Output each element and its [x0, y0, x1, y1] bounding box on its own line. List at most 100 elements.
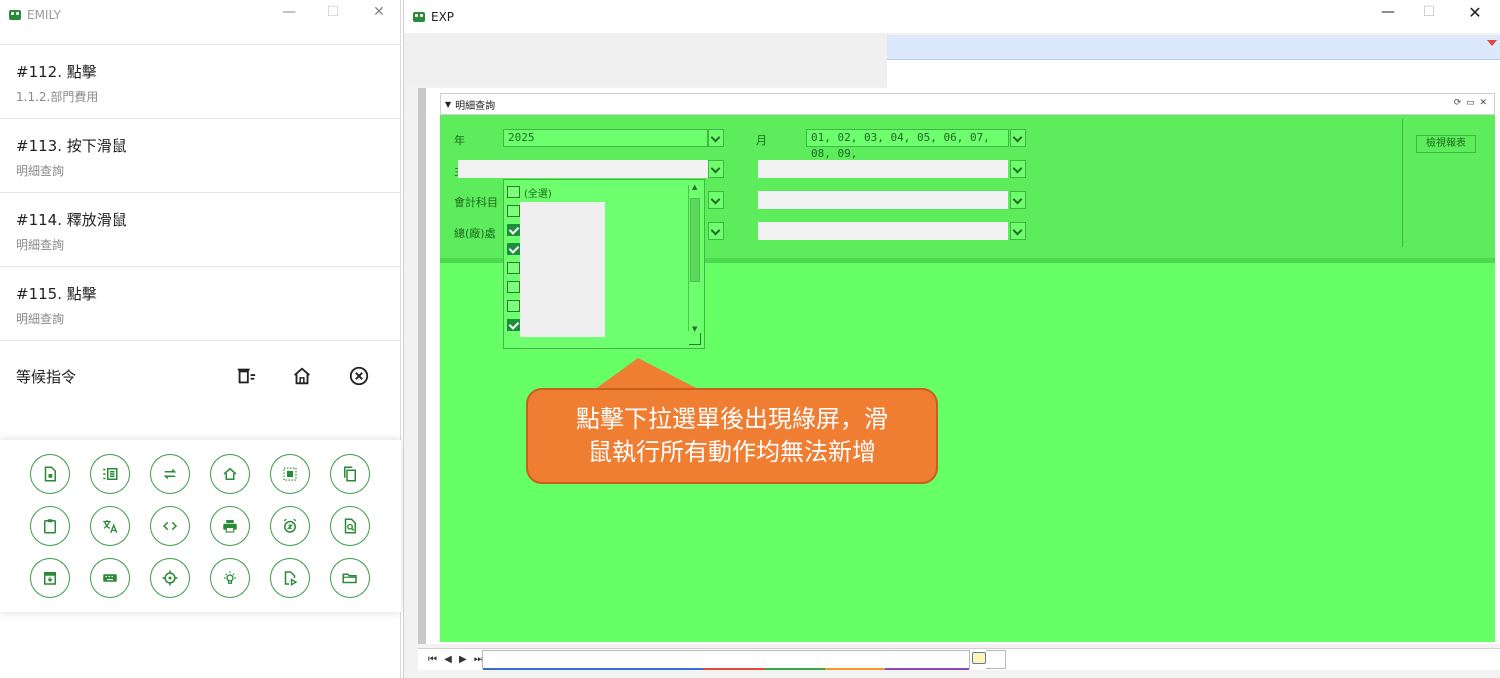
wait-row: 等候指令	[0, 340, 401, 410]
year-select[interactable]: 2025	[503, 129, 708, 147]
home-icon[interactable]	[291, 365, 313, 387]
sheet-tabs[interactable]	[482, 650, 970, 669]
checkbox-option[interactable]	[507, 281, 520, 293]
step-title: #113. 按下滑鼠	[16, 137, 127, 155]
print-icon[interactable]	[210, 506, 250, 546]
emily-title: EMILY	[27, 8, 61, 22]
account-dropdown-button[interactable]	[708, 191, 724, 209]
month-select[interactable]: 01, 02, 03, 04, 05, 06, 07, 08, 09,	[806, 129, 1009, 160]
checkbox-select-all[interactable]	[507, 186, 520, 198]
year-label: 年	[454, 134, 465, 147]
dept-right-dropdown-button[interactable]	[1010, 222, 1026, 240]
step-subtitle: 1.1.2.部門費用	[16, 90, 99, 104]
step-list: #112. 點擊 1.1.2.部門費用 #113. 按下滑鼠 明細查詢 #114…	[0, 44, 401, 340]
exp-title: EXP	[431, 9, 455, 24]
tab-underline	[825, 668, 885, 670]
panel-title: 明細查詢	[455, 100, 496, 112]
cancel-circle-icon[interactable]	[348, 365, 370, 387]
maximize-button[interactable]: ☐	[1419, 4, 1439, 20]
select-icon[interactable]	[270, 454, 310, 494]
workspace: ▼ 明細查詢 ⟳ ▭ ✕ 年 2025 月 01, 02, 03, 04, 05…	[418, 88, 1500, 644]
dept-dropdown-button[interactable]	[708, 222, 724, 240]
emily-window: EMILY — ☐ ✕ #112. 點擊 1.1.2.部門費用 #113. 按下…	[0, 0, 401, 678]
dept-right-field[interactable]	[758, 222, 1008, 240]
row2-dropdown-button[interactable]	[708, 160, 724, 178]
clear-list-icon[interactable]	[235, 365, 257, 387]
list-item[interactable]: #114. 釋放滑鼠 明細查詢	[0, 192, 401, 266]
minimize-button[interactable]: —	[279, 4, 299, 20]
clipboard-icon[interactable]	[30, 506, 70, 546]
translate-icon[interactable]	[90, 506, 130, 546]
account-right-dropdown-button[interactable]	[1010, 191, 1026, 209]
redacted-area	[520, 202, 605, 337]
new-sheet-icon[interactable]	[972, 652, 986, 664]
view-report-button[interactable]: 檢視報表	[1416, 135, 1476, 153]
app-logo-icon	[413, 11, 425, 22]
scrollbar-thumb[interactable]	[690, 198, 700, 282]
ribbon-strip	[887, 60, 1500, 88]
callout-pointer	[594, 358, 700, 390]
file-search-icon[interactable]	[330, 506, 370, 546]
dropdown-popup: (全選) ▲ ▼	[503, 179, 705, 349]
app-logo-icon	[9, 10, 21, 20]
tab-underline	[765, 668, 825, 670]
step-title: #114. 釋放滑鼠	[16, 211, 127, 229]
folder-icon[interactable]	[330, 558, 370, 598]
list-item[interactable]: #113. 按下滑鼠 明細查詢	[0, 118, 401, 192]
exp-titlebar: EXP — ☐ ✕	[404, 0, 1500, 33]
sheet-nav-arrows[interactable]: ⏮ ◀ ▶ ⏭	[428, 654, 485, 665]
keyboard-icon[interactable]	[90, 558, 130, 598]
maximize-button[interactable]: ☐	[323, 4, 343, 20]
year-dropdown-button[interactable]	[708, 129, 724, 147]
minimize-button[interactable]: —	[1378, 4, 1398, 20]
month-label: 月	[756, 134, 767, 147]
row2-right-field[interactable]	[758, 160, 1008, 178]
row2-field[interactable]	[458, 160, 708, 178]
tab-bar-end	[986, 650, 1006, 669]
checkbox-option[interactable]	[507, 319, 520, 331]
account-right-field[interactable]	[758, 191, 1008, 209]
step-subtitle: 明細查詢	[16, 164, 65, 178]
checkbox-option[interactable]	[507, 262, 520, 274]
panel-controls[interactable]: ⟳ ▭ ✕	[1454, 98, 1488, 108]
dept-label: 總(廠)處	[454, 227, 496, 240]
toolbar-area	[405, 33, 888, 87]
panel-header: ▼ 明細查詢 ⟳ ▭ ✕	[440, 93, 1495, 115]
list-icon[interactable]	[90, 454, 130, 494]
lightbulb-icon[interactable]	[210, 558, 250, 598]
resize-grip-icon[interactable]	[689, 333, 701, 345]
step-title: #115. 點擊	[16, 285, 97, 303]
divider	[1402, 119, 1403, 247]
checkbox-option[interactable]	[507, 224, 520, 236]
alarm-icon[interactable]	[270, 506, 310, 546]
repeat-icon[interactable]	[150, 454, 190, 494]
copy-icon[interactable]	[330, 454, 370, 494]
list-item[interactable]: #115. 點擊 明細查詢	[0, 266, 401, 340]
target-icon[interactable]	[150, 558, 190, 598]
callout-line-2: 鼠執行所有動作均無法新增	[588, 438, 876, 466]
collapse-icon[interactable]: ▼	[445, 100, 451, 109]
emily-titlebar: EMILY — ☐ ✕	[0, 0, 401, 30]
home-icon[interactable]	[210, 454, 250, 494]
step-subtitle: 明細查詢	[16, 238, 65, 252]
expand-arrow-icon[interactable]	[1487, 40, 1497, 46]
checkbox-option[interactable]	[507, 205, 520, 217]
menu-bar	[887, 35, 1500, 60]
tab-underline	[885, 668, 969, 670]
list-item[interactable]: #112. 點擊 1.1.2.部門費用	[0, 44, 401, 118]
row2-right-dropdown-button[interactable]	[1010, 160, 1026, 178]
account-label: 會計科目	[454, 196, 498, 209]
close-button[interactable]: ✕	[1465, 3, 1485, 22]
sheet-tab-bar: ⏮ ◀ ▶ ⏭	[418, 648, 1500, 670]
play-file-icon[interactable]	[270, 558, 310, 598]
code-icon[interactable]	[150, 506, 190, 546]
callout-line-1: 點擊下拉選單後出現綠屏，滑	[576, 405, 888, 433]
archive-icon[interactable]	[30, 558, 70, 598]
step-title: #112. 點擊	[16, 63, 97, 81]
select-all-label: (全選)	[524, 189, 552, 200]
close-button[interactable]: ✕	[369, 4, 389, 20]
checkbox-option[interactable]	[507, 300, 520, 312]
month-dropdown-button[interactable]	[1010, 129, 1026, 147]
checkbox-option[interactable]	[507, 243, 520, 255]
file-icon[interactable]	[30, 454, 70, 494]
